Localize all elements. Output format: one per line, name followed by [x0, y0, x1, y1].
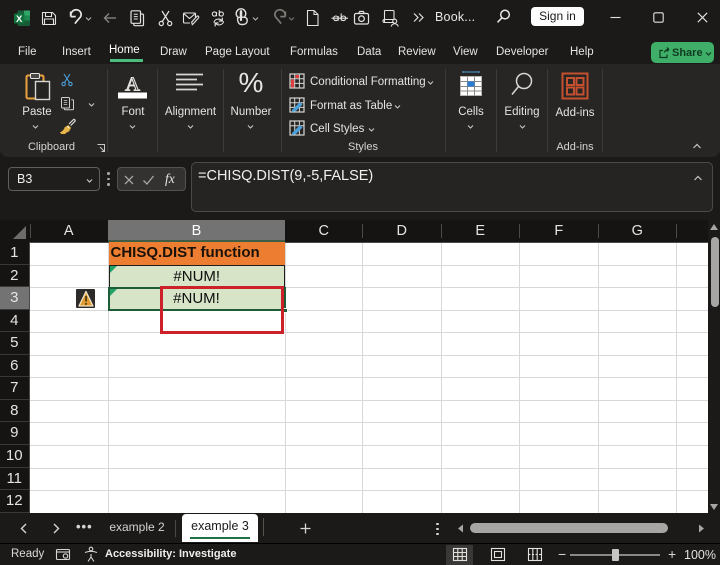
svg-text:A: A — [125, 74, 140, 96]
svg-text:X: X — [16, 14, 23, 25]
